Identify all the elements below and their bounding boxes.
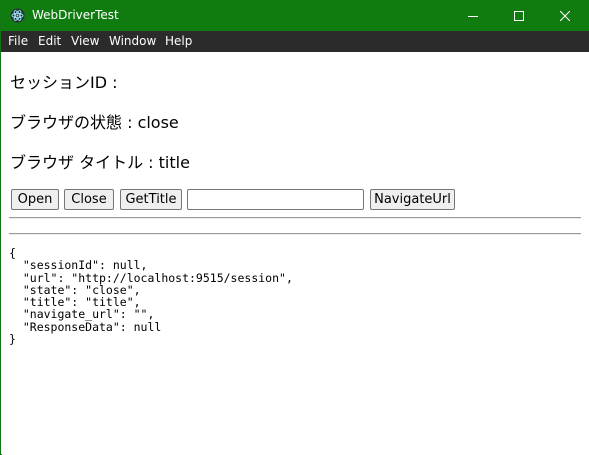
window-title: WebDriverTest bbox=[32, 8, 119, 22]
divider-bottom bbox=[9, 233, 581, 235]
maximize-button[interactable] bbox=[496, 0, 542, 31]
divider-top bbox=[9, 217, 581, 219]
close-icon bbox=[560, 10, 570, 21]
json-output: { "sessionId": null, "url": "http://loca… bbox=[9, 246, 293, 347]
close-window-button[interactable] bbox=[542, 0, 588, 31]
minimize-icon bbox=[468, 11, 478, 21]
menu-view[interactable]: View bbox=[71, 34, 99, 48]
maximize-icon bbox=[514, 10, 524, 21]
navigate-url-button[interactable]: NavigateUrl bbox=[370, 189, 455, 210]
menu-help[interactable]: Help bbox=[165, 34, 192, 48]
open-button[interactable]: Open bbox=[11, 189, 59, 210]
navigate-url-input[interactable] bbox=[187, 189, 364, 210]
browser-state-label: ブラウザの状態 : close bbox=[10, 113, 179, 132]
close-button[interactable]: Close bbox=[64, 189, 114, 210]
menu-window[interactable]: Window bbox=[109, 34, 156, 48]
electron-app-icon bbox=[10, 8, 25, 23]
get-title-button[interactable]: GetTitle bbox=[120, 189, 182, 210]
browser-title-label: ブラウザ タイトル : title bbox=[10, 153, 190, 172]
app-window: WebDriverTest File Edit View Window Help… bbox=[0, 0, 589, 455]
minimize-button[interactable] bbox=[450, 0, 496, 31]
menu-bar: File Edit View Window Help bbox=[1, 31, 589, 52]
menu-edit[interactable]: Edit bbox=[38, 34, 61, 48]
title-bar[interactable]: WebDriverTest bbox=[1, 0, 589, 31]
menu-file[interactable]: File bbox=[8, 34, 28, 48]
main-content: セッションID : ブラウザの状態 : close ブラウザ タイトル : ti… bbox=[2, 52, 589, 455]
session-id-label: セッションID : bbox=[10, 73, 118, 92]
